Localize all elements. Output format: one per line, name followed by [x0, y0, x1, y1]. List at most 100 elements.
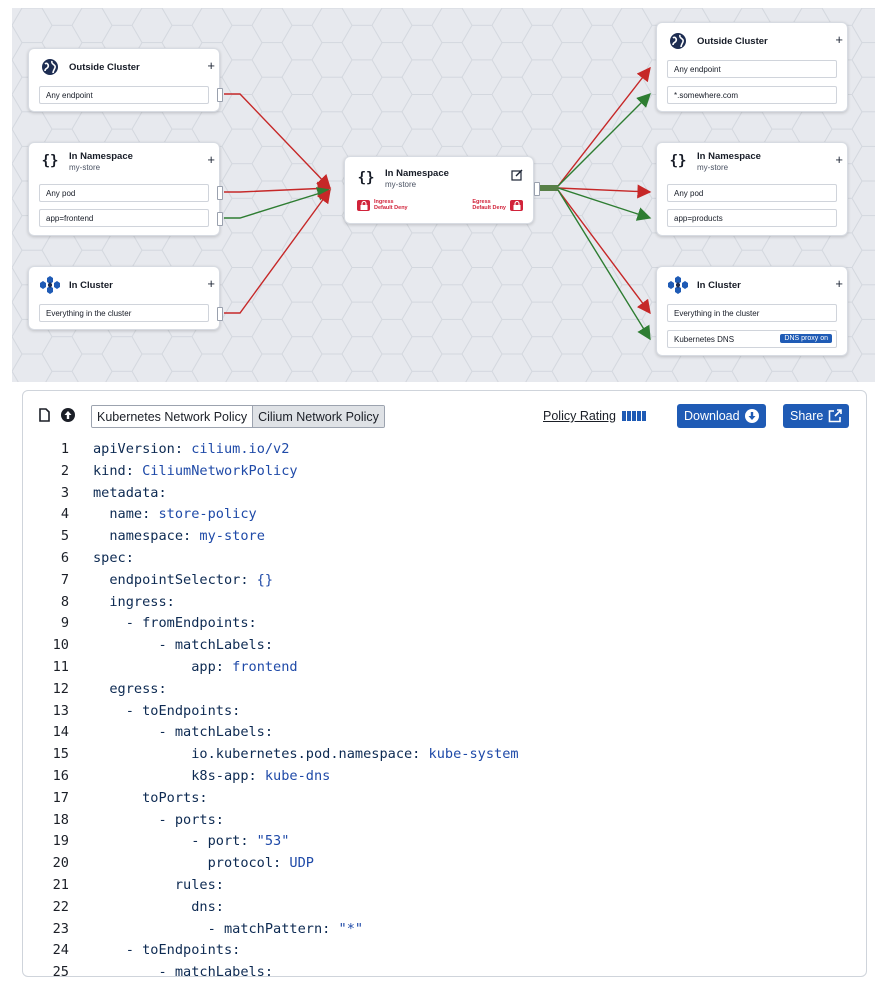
line-number: 5	[60, 528, 69, 545]
port-handle[interactable]	[534, 182, 540, 196]
line-number: 18	[52, 811, 69, 828]
card-title: In Namespace	[69, 150, 133, 162]
egress-default-deny[interactable]: Egress Default Deny	[472, 199, 523, 211]
yaml-key: namespace:	[93, 528, 192, 545]
row-any-endpoint[interactable]: Any endpoint	[39, 86, 209, 104]
yaml-value: "53"	[248, 833, 290, 850]
code-line[interactable]: - matchLabels:	[93, 964, 273, 976]
left-outside-cluster-card[interactable]: Outside Cluster + Any endpoint	[28, 48, 220, 112]
tab-kubernetes-network-policy[interactable]: Kubernetes Network Policy	[92, 406, 253, 427]
code-line[interactable]: k8s-app: kube-dns	[93, 768, 330, 784]
rating-bar	[631, 411, 636, 421]
yaml-key: apiVersion:	[93, 441, 184, 457]
yaml-value: cilium.io/v2	[183, 441, 290, 457]
code-line[interactable]: metadata:	[93, 485, 167, 501]
code-line[interactable]: protocol: UDP	[93, 855, 314, 871]
code-line[interactable]: dns:	[93, 899, 224, 915]
dns-proxy-badge: DNS proxy on	[780, 334, 832, 343]
row-any-pod[interactable]: Any pod	[39, 184, 209, 202]
yaml-key: - ports:	[93, 811, 224, 828]
add-rule-button[interactable]: +	[207, 153, 215, 166]
yaml-key: - matchLabels:	[93, 724, 274, 741]
code-line[interactable]: egress:	[93, 680, 167, 697]
add-rule-button[interactable]: +	[207, 59, 215, 72]
row-somewhere-com[interactable]: *.somewhere.com	[667, 86, 837, 104]
row-app-frontend[interactable]: app=frontend	[39, 209, 209, 227]
code-line[interactable]: rules:	[93, 877, 224, 893]
port-handle[interactable]	[217, 186, 223, 200]
code-line[interactable]: spec:	[93, 550, 134, 566]
code-line[interactable]: - toEndpoints:	[93, 942, 241, 958]
code-line[interactable]: apiVersion: cilium.io/v2	[93, 441, 289, 457]
edit-icon[interactable]	[511, 168, 523, 186]
line-number: 20	[52, 855, 69, 872]
card-title: In Namespace	[697, 150, 761, 162]
share-button[interactable]: Share	[783, 404, 850, 428]
code-line[interactable]: - port: "53"	[93, 833, 289, 849]
card-header: Outside Cluster	[667, 23, 837, 59]
row-everything-in-cluster[interactable]: Everything in the cluster	[667, 304, 837, 322]
add-rule-button[interactable]: +	[207, 277, 215, 290]
row-app-products[interactable]: app=products	[667, 209, 837, 227]
download-button[interactable]: Download	[677, 404, 766, 428]
cluster-icon	[39, 274, 61, 296]
row-any-endpoint[interactable]: Any endpoint	[667, 60, 837, 78]
code-line[interactable]: - fromEndpoints:	[93, 615, 257, 631]
line-number: 24	[52, 942, 69, 959]
tab-cilium-network-policy[interactable]: Cilium Network Policy	[252, 406, 384, 427]
code-line[interactable]: ingress:	[93, 594, 174, 610]
right-outside-cluster-card[interactable]: Outside Cluster + Any endpoint *.somewhe…	[656, 22, 848, 112]
yaml-key: egress:	[93, 680, 167, 697]
link-center-to-products	[540, 187, 652, 221]
yaml-key: - toEndpoints:	[93, 702, 241, 719]
right-in-cluster-card[interactable]: In Cluster + Everything in the cluster K…	[656, 266, 848, 356]
code-line[interactable]: - toEndpoints:	[93, 702, 241, 719]
line-number: 8	[60, 593, 69, 610]
code-line[interactable]: kind: CiliumNetworkPolicy	[93, 463, 298, 479]
right-in-namespace-card[interactable]: {} In Namespace my-store + Any pod app=p…	[656, 142, 848, 236]
policy-rating-label: Policy Rating	[543, 409, 616, 423]
row-label: Kubernetes DNS	[674, 334, 735, 344]
line-number: 3	[60, 484, 69, 501]
code-line[interactable]: app: frontend	[93, 659, 297, 675]
line-number: 2	[60, 462, 69, 479]
line-number: 25	[52, 964, 69, 977]
globe-icon	[39, 56, 61, 78]
upload-icon[interactable]	[61, 408, 75, 422]
left-in-namespace-card[interactable]: {} In Namespace my-store + Any pod app=f…	[28, 142, 220, 236]
add-rule-button[interactable]: +	[835, 33, 843, 46]
ingress-default-deny[interactable]: Ingress Default Deny	[357, 199, 408, 211]
yaml-key: - fromEndpoints:	[93, 615, 257, 632]
card-title: Outside Cluster	[69, 61, 140, 73]
code-line[interactable]: - matchPattern: "*"	[93, 921, 364, 937]
port-handle[interactable]	[217, 88, 223, 102]
new-file-icon[interactable]	[38, 408, 52, 422]
port-handle[interactable]	[217, 307, 223, 321]
row-kubernetes-dns[interactable]: Kubernetes DNS DNS proxy on	[667, 330, 837, 348]
code-line[interactable]: endpointSelector: {}	[93, 572, 273, 588]
card-title: Outside Cluster	[697, 35, 768, 47]
code-line[interactable]: toPorts:	[93, 790, 207, 806]
code-line[interactable]: name: store-policy	[93, 506, 256, 522]
left-in-cluster-card[interactable]: In Cluster + Everything in the cluster	[28, 266, 220, 330]
code-line[interactable]: io.kubernetes.pod.namespace: kube-system	[93, 746, 518, 762]
code-line[interactable]: - matchLabels:	[93, 637, 273, 653]
code-line[interactable]: - ports:	[93, 811, 224, 828]
yaml-value: my-store	[191, 528, 265, 545]
line-number: 12	[52, 680, 69, 697]
port-handle[interactable]	[217, 212, 223, 226]
add-rule-button[interactable]: +	[835, 277, 843, 290]
code-line[interactable]: namespace: my-store	[93, 528, 265, 544]
row-everything-in-cluster[interactable]: Everything in the cluster	[39, 304, 209, 322]
ingress-sub: Default Deny	[374, 205, 408, 211]
card-header: {} In Namespace my-store	[355, 160, 523, 196]
policy-editor-panel: Kubernetes Network Policy Cilium Network…	[22, 390, 867, 977]
code-line[interactable]: - matchLabels:	[93, 724, 273, 740]
policy-rating[interactable]: Policy Rating	[543, 409, 647, 423]
card-header: {} In Namespace my-store	[39, 143, 209, 179]
share-label: Share	[790, 409, 824, 423]
add-rule-button[interactable]: +	[835, 153, 843, 166]
line-number: 1	[60, 441, 69, 457]
row-any-pod[interactable]: Any pod	[667, 184, 837, 202]
center-namespace-card[interactable]: {} In Namespace my-store Ingress Default…	[344, 156, 534, 224]
